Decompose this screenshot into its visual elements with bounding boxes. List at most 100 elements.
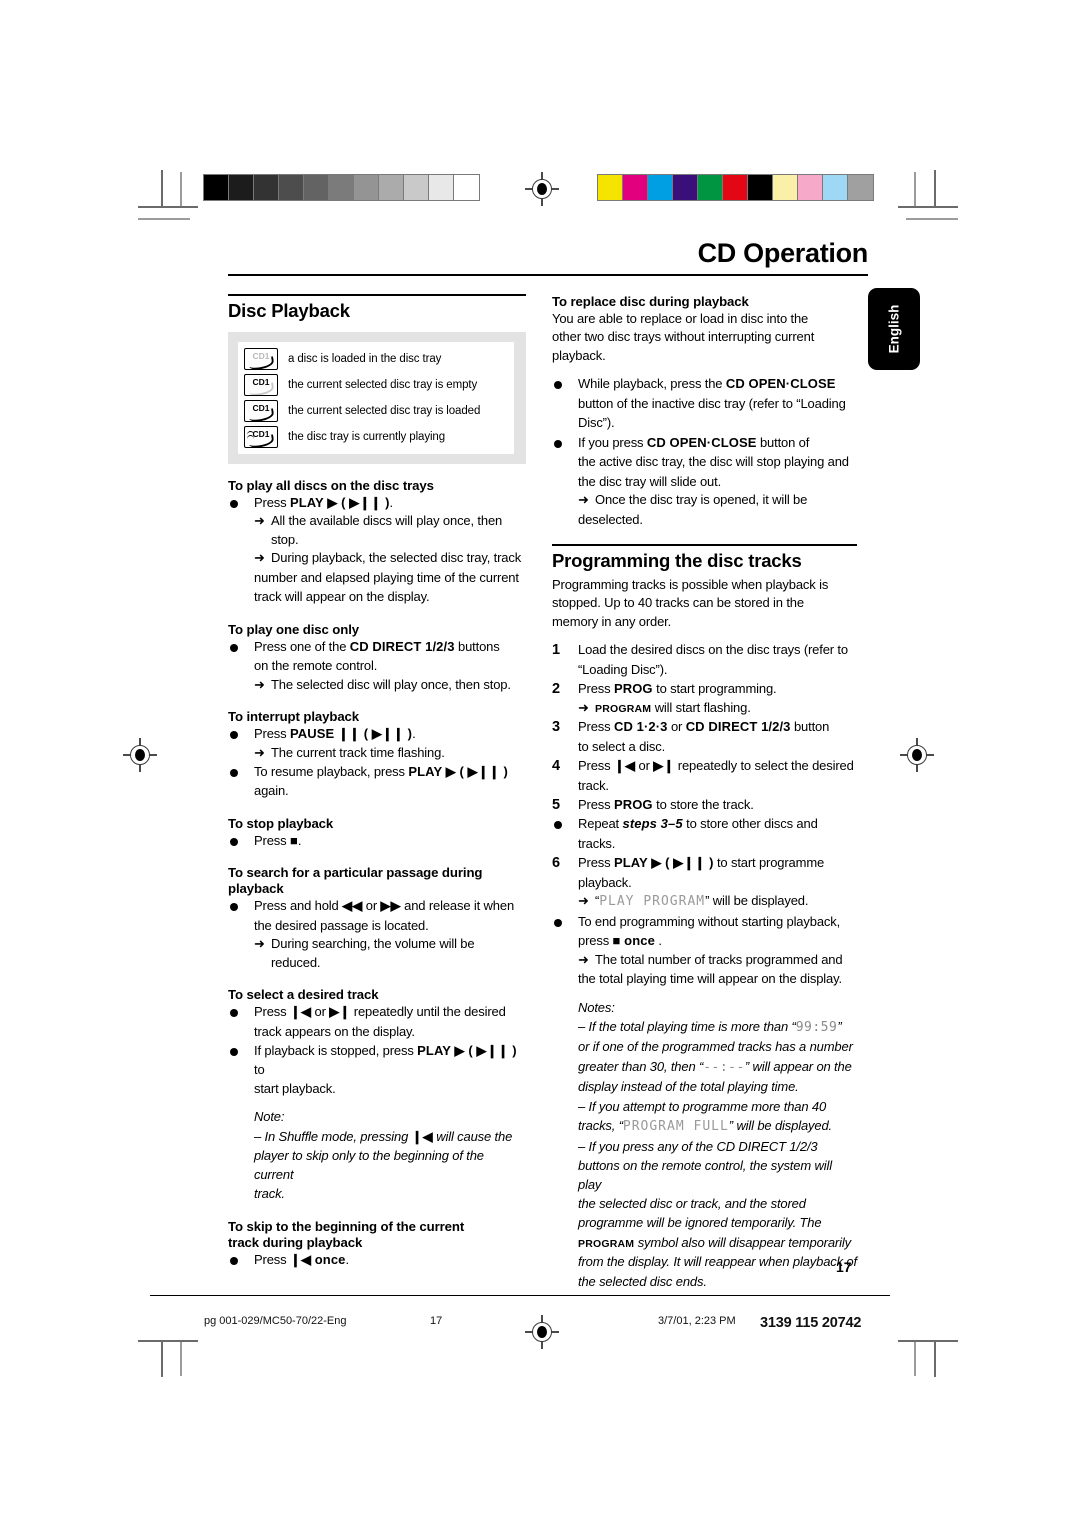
result-arrow: The current track time flashing. bbox=[228, 744, 526, 763]
crop-mark-top-left-v bbox=[161, 170, 163, 207]
note-text: from the display. It will reappear when … bbox=[578, 1254, 857, 1270]
color-swatch-3 bbox=[673, 175, 698, 200]
grayscale-calibration-bar bbox=[203, 174, 480, 201]
instruction-bullet: While playback, press the CD OPEN·CLOSE bbox=[552, 375, 857, 393]
list-item: CD1 a disc is loaded in the disc tray bbox=[244, 346, 508, 372]
grayscale-swatch-0 bbox=[204, 175, 229, 200]
instruction-continuation: start playback. bbox=[254, 1080, 336, 1096]
paragraph: Programming tracks is possible when play… bbox=[552, 576, 829, 592]
grayscale-swatch-4 bbox=[304, 175, 329, 200]
color-swatch-1 bbox=[623, 175, 648, 200]
instruction-continuation: Disc”). bbox=[578, 415, 615, 431]
paragraph: You are able to replace or load in disc … bbox=[552, 311, 809, 326]
result-arrow: During playback, the selected disc tray,… bbox=[228, 549, 526, 568]
paragraph: stopped. Up to 40 tracks can be stored i… bbox=[552, 595, 804, 611]
instruction-continuation: track appears on the display. bbox=[254, 1023, 415, 1039]
display-text: 99:59 bbox=[795, 1019, 838, 1035]
notes-label: Notes: bbox=[578, 999, 615, 1015]
paragraph: other two disc trays without interruptin… bbox=[552, 329, 815, 345]
note-text: track. bbox=[254, 1186, 285, 1202]
fast-forward-icon: ▶▶ bbox=[380, 898, 401, 914]
result-continuation: track will appear on the display. bbox=[254, 589, 430, 605]
note-text: buttons on the remote control, the syste… bbox=[578, 1158, 832, 1192]
color-swatch-6 bbox=[748, 175, 773, 200]
registration-mark-left bbox=[123, 738, 157, 772]
result-continuation: the total playing time will appear on th… bbox=[578, 971, 842, 987]
rewind-icon: ◀◀ bbox=[342, 898, 363, 914]
instruction-continuation: tracks. bbox=[578, 835, 616, 851]
step-continuation: playback. bbox=[578, 874, 632, 890]
footer-divider bbox=[150, 1295, 890, 1296]
disc-legend-label: the disc tray is currently playing bbox=[288, 431, 446, 443]
heading-stop-playback: To stop playback bbox=[228, 815, 334, 831]
disc-legend-label: the current selected disc tray is loaded bbox=[288, 405, 481, 417]
result-arrow: Once the disc tray is opened, it will be bbox=[552, 491, 857, 510]
paragraph: memory in any order. bbox=[552, 613, 672, 629]
note-text: – If the total playing time is more than… bbox=[578, 1018, 842, 1035]
heading-skip-beginning: To skip to the beginning of the current bbox=[228, 1218, 465, 1234]
note-text: greater than 30, then “--:--” will appea… bbox=[578, 1058, 852, 1075]
step-item: Press PROG to start programming. bbox=[552, 679, 857, 700]
heading-select-track: To select a desired track bbox=[228, 987, 379, 1003]
crop-mark-top-right-bar bbox=[906, 218, 958, 221]
crop-mark-bottom-left-tick bbox=[180, 1342, 182, 1376]
right-column: To replace disc during playback You are … bbox=[552, 294, 857, 1291]
crop-mark-top-left-bar bbox=[138, 218, 190, 221]
note-text: PROGRAM symbol also will disappear tempo… bbox=[578, 1234, 851, 1250]
color-swatch-7 bbox=[773, 175, 798, 200]
display-text: PLAY PROGRAM bbox=[599, 894, 706, 910]
instruction-continuation: on the remote control. bbox=[254, 658, 378, 674]
crop-mark-bottom-left-v bbox=[161, 1340, 163, 1377]
section-title-programming: Programming the disc tracks bbox=[552, 549, 802, 571]
instruction-bullet: To end programming without starting play… bbox=[552, 913, 857, 931]
note-label: Note: bbox=[254, 1109, 285, 1125]
instruction-bullet: Press ❙◀ or ▶❙ repeatedly until the desi… bbox=[228, 1003, 526, 1021]
disc-playback-divider bbox=[228, 294, 526, 296]
section-title-disc-playback: Disc Playback bbox=[228, 300, 350, 321]
color-swatch-0 bbox=[598, 175, 623, 200]
paragraph: playback. bbox=[552, 347, 606, 363]
heading-play-one-disc: To play one disc only bbox=[228, 621, 360, 637]
note-text: or if one of the programmed tracks has a… bbox=[578, 1039, 853, 1055]
heading-search-passage-2: playback bbox=[228, 881, 284, 897]
crop-mark-top-left-tick bbox=[180, 172, 182, 206]
programming-divider bbox=[552, 543, 857, 546]
color-calibration-bar bbox=[597, 174, 874, 201]
crop-mark-top-left-h bbox=[138, 206, 198, 208]
step-item: Load the desired discs on the disc trays… bbox=[552, 640, 857, 661]
color-swatch-9 bbox=[823, 175, 848, 200]
disc-tray-loaded-icon: CD1 bbox=[244, 400, 278, 422]
instruction-continuation: the active disc tray, the disc will stop… bbox=[578, 454, 849, 470]
instruction-continuation: the desired passage is located. bbox=[254, 917, 429, 933]
language-tab-label: English bbox=[886, 304, 902, 354]
instruction-continuation: the disc tray will slide out. bbox=[578, 473, 722, 489]
previous-track-icon: ❙◀ bbox=[411, 1128, 433, 1144]
crop-mark-top-right-v bbox=[934, 170, 936, 207]
previous-track-icon: ❙◀ bbox=[289, 1004, 312, 1020]
footer-document-code: 3139 115 20742 bbox=[760, 1315, 862, 1331]
registration-mark-right bbox=[900, 738, 934, 772]
display-text: PROGRAM FULL bbox=[622, 1119, 729, 1135]
step-continuation: track. bbox=[578, 777, 609, 793]
note-text: programme will be ignored temporarily. T… bbox=[578, 1215, 822, 1231]
program-indicator: PROGRAM bbox=[595, 702, 652, 715]
grayscale-swatch-6 bbox=[354, 175, 379, 200]
note-text: – In Shuffle mode, pressing ❙◀ will caus… bbox=[254, 1128, 513, 1144]
footer-file-name: pg 001-029/MC50-70/22-Eng bbox=[204, 1315, 347, 1327]
disc-status-legend: CD1 a disc is loaded in the disc tray CD… bbox=[228, 332, 526, 464]
registration-mark-top-center bbox=[525, 172, 559, 206]
grayscale-swatch-10 bbox=[454, 175, 479, 200]
list-item: CD1 the disc tray is currently playing bbox=[244, 424, 508, 450]
heading-replace-disc: To replace disc during playback bbox=[552, 294, 749, 309]
instruction-bullet: Press ■. bbox=[228, 832, 526, 850]
result-arrow: During searching, the volume will be red… bbox=[228, 935, 526, 972]
note-text: the selected disc ends. bbox=[578, 1273, 707, 1289]
color-swatch-5 bbox=[723, 175, 748, 200]
note-text: tracks, “PROGRAM FULL” will be displayed… bbox=[578, 1118, 833, 1135]
language-tab-english: English bbox=[868, 288, 920, 370]
registration-mark-bottom-center bbox=[525, 1315, 559, 1349]
result-arrow: All the available discs will play once, … bbox=[228, 512, 526, 549]
grayscale-swatch-7 bbox=[379, 175, 404, 200]
step-item: Press ❙◀ or ▶❙ repeatedly to select the … bbox=[552, 756, 857, 777]
disc-tray-empty-icon: CD1 bbox=[244, 374, 278, 396]
